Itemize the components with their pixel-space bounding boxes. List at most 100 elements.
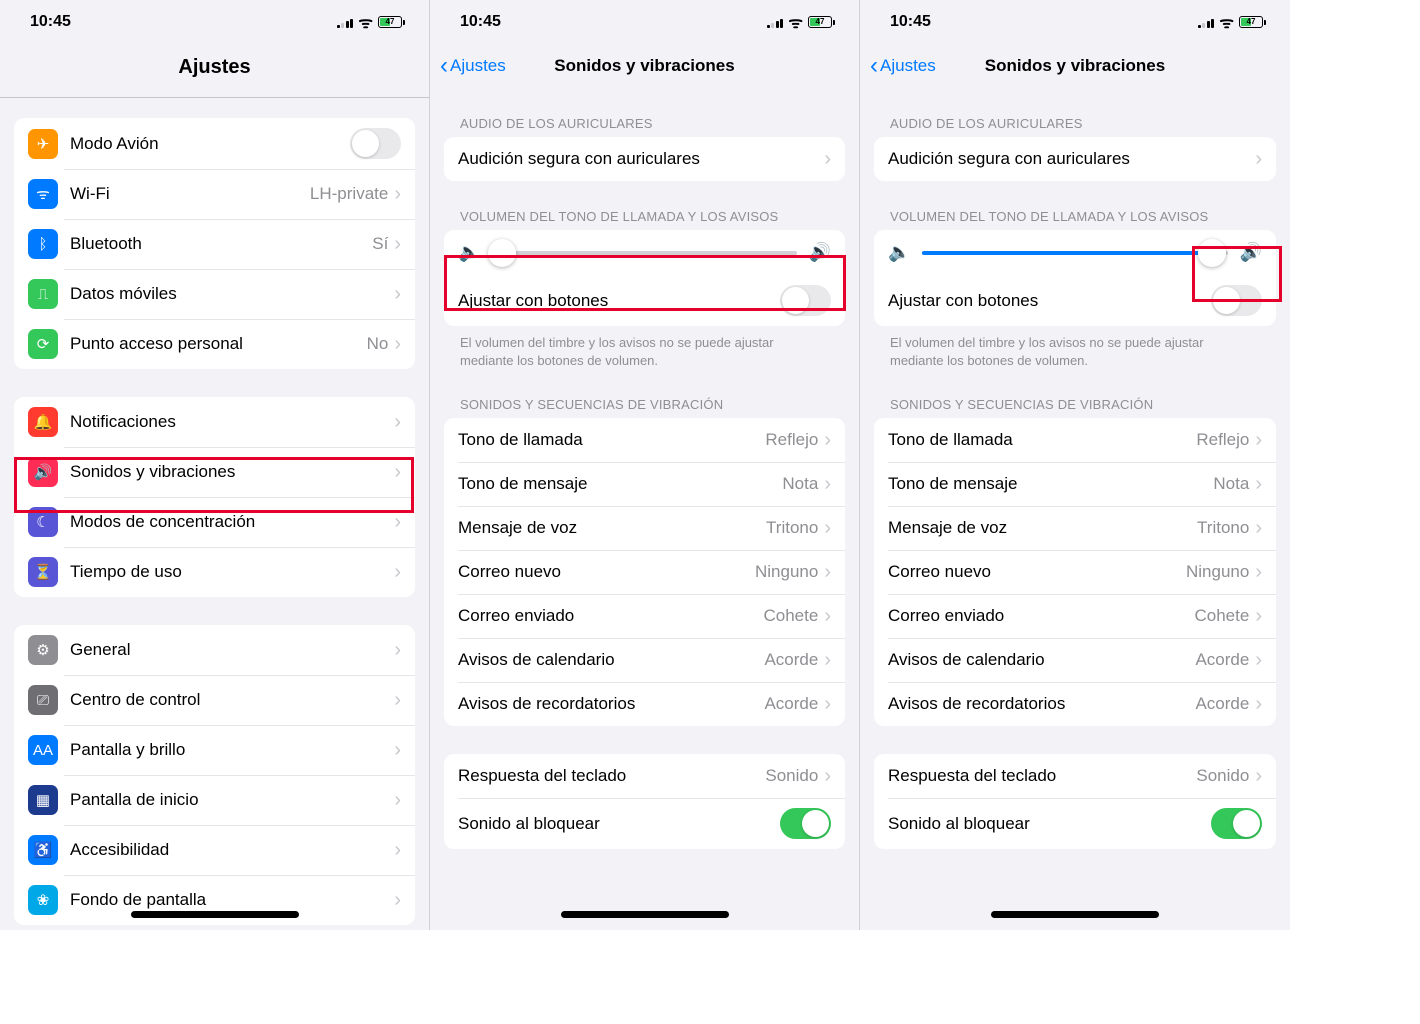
chevron-right-icon: ›	[1255, 649, 1262, 672]
row-label: Audición segura con auriculares	[888, 149, 1255, 169]
settings-row-general[interactable]: ⚙General›	[14, 625, 415, 675]
back-button[interactable]: ‹Ajustes	[440, 54, 506, 78]
section-header-volume: VOLUMEN DEL TONO DE LLAMADA Y LOS AVISOS	[874, 209, 1276, 230]
bluetooth-icon: ᛒ	[28, 229, 58, 259]
row-value: Nota	[1213, 474, 1249, 494]
toggle[interactable]	[350, 128, 401, 159]
row-label: Mensaje de voz	[458, 518, 766, 538]
back-label: Ajustes	[450, 56, 506, 76]
row-label: Tono de mensaje	[888, 474, 1213, 494]
screen-settings: 10:45 ᯤ 47 Ajustes ✈Modo AviónᯤWi-FiLH-p…	[0, 0, 430, 930]
row-label: Modos de concentración	[70, 512, 394, 532]
chevron-right-icon: ›	[394, 789, 401, 812]
tone-row[interactable]: Tono de llamadaReflejo›	[874, 418, 1276, 462]
row-label: Fondo de pantalla	[70, 890, 394, 910]
chevron-right-icon: ›	[394, 411, 401, 434]
row-label: Respuesta del teclado	[888, 766, 1196, 786]
row-value: Reflejo	[765, 430, 818, 450]
row-label: Tiempo de uso	[70, 562, 394, 582]
gear-icon: ⚙	[28, 635, 58, 665]
chevron-right-icon: ›	[394, 561, 401, 584]
row-value: Reflejo	[1196, 430, 1249, 450]
chevron-right-icon: ›	[824, 561, 831, 584]
row-label: Notificaciones	[70, 412, 394, 432]
settings-row-wi-fi[interactable]: ᯤWi-FiLH-private›	[14, 169, 415, 219]
tone-row[interactable]: Tono de mensajeNota ›	[874, 462, 1276, 506]
section-header-headphone: AUDIO DE LOS AURICULARES	[444, 116, 845, 137]
tone-row[interactable]: Mensaje de vozTritono›	[874, 506, 1276, 550]
tone-row[interactable]: Avisos de calendarioAcorde›	[444, 638, 845, 682]
settings-row-accesibilidad[interactable]: ♿Accesibilidad›	[14, 825, 415, 875]
tone-row[interactable]: Tono de llamadaReflejo›	[444, 418, 845, 462]
row-value: No	[367, 334, 389, 354]
chevron-right-icon: ›	[394, 511, 401, 534]
tone-row[interactable]: Correo nuevoNinguno›	[874, 550, 1276, 594]
row-label: Pantalla de inicio	[70, 790, 394, 810]
home-indicator	[991, 911, 1159, 918]
settings-row-bluetooth[interactable]: ᛒBluetoothSí›	[14, 219, 415, 269]
wallpaper-icon: ❀	[28, 885, 58, 915]
settings-row-datos-m-viles[interactable]: ⎍Datos móviles›	[14, 269, 415, 319]
chevron-right-icon: ›	[1255, 693, 1262, 716]
chevron-right-icon: ›	[1255, 473, 1262, 496]
row-label: Correo enviado	[458, 606, 764, 626]
settings-row-pantalla-de-inicio[interactable]: ▦Pantalla de inicio›	[14, 775, 415, 825]
settings-row-sonidos-y-vibraciones[interactable]: 🔊Sonidos y vibraciones›	[14, 447, 415, 497]
row-label: Correo nuevo	[888, 562, 1186, 582]
keyboard-feedback-row[interactable]: Respuesta del teclado Sonido ›	[874, 754, 1276, 798]
chevron-right-icon: ›	[824, 473, 831, 496]
headphone-safety-row[interactable]: Audición segura con auriculares ›	[874, 137, 1276, 181]
tone-row[interactable]: Mensaje de vozTritono›	[444, 506, 845, 550]
chevron-right-icon: ›	[394, 689, 401, 712]
row-value: Tritono	[1197, 518, 1249, 538]
tone-row[interactable]: Avisos de recordatoriosAcorde›	[874, 682, 1276, 726]
volume-slider[interactable]	[922, 251, 1227, 255]
settings-row-centro-de-control[interactable]: ⎚Centro de control›	[14, 675, 415, 725]
row-value: Ninguno	[1186, 562, 1249, 582]
row-value: Cohete	[1195, 606, 1250, 626]
keyboard-feedback-row[interactable]: Respuesta del teclado Sonido ›	[444, 754, 845, 798]
cellular-signal-icon	[337, 17, 354, 28]
status-bar: 10:45 ᯤ 47	[430, 0, 859, 44]
row-value: LH-private	[310, 184, 388, 204]
row-value: Sonido	[765, 766, 818, 786]
settings-row-notificaciones[interactable]: 🔔 Notificaciones›	[14, 397, 415, 447]
tone-row[interactable]: Avisos de calendarioAcorde›	[874, 638, 1276, 682]
volume-slider[interactable]	[492, 251, 796, 255]
chevron-right-icon: ›	[394, 839, 401, 862]
row-label: Avisos de recordatorios	[458, 694, 764, 714]
settings-row-modos-de-concentraci-n[interactable]: ☾Modos de concentración›	[14, 497, 415, 547]
row-label: Correo enviado	[888, 606, 1195, 626]
change-with-buttons-toggle[interactable]	[1211, 285, 1262, 316]
row-label: Centro de control	[70, 690, 394, 710]
settings-row-tiempo-de-uso[interactable]: ⏳Tiempo de uso›	[14, 547, 415, 597]
bell-icon: 🔔	[28, 407, 58, 437]
wifi-icon: ᯤ	[28, 179, 58, 209]
status-time: 10:45	[890, 13, 931, 31]
cellular-signal-icon	[1198, 17, 1215, 28]
tone-row[interactable]: Correo nuevoNinguno›	[444, 550, 845, 594]
settings-row-pantalla-y-brillo[interactable]: AAPantalla y brillo›	[14, 725, 415, 775]
headphone-safety-row[interactable]: Audición segura con auriculares ›	[444, 137, 845, 181]
row-label: Sonidos y vibraciones	[70, 462, 394, 482]
row-value: Acorde	[764, 650, 818, 670]
wifi-status-icon: ᯤ	[1219, 11, 1234, 33]
lock-sound-toggle[interactable]	[1211, 808, 1262, 839]
nav-header: ‹Ajustes Sonidos y vibraciones	[430, 44, 859, 88]
row-label: Avisos de calendario	[458, 650, 764, 670]
status-indicators: ᯤ 47	[767, 11, 835, 33]
lock-sound-toggle[interactable]	[780, 808, 831, 839]
status-time: 10:45	[460, 13, 501, 31]
back-button[interactable]: ‹Ajustes	[870, 54, 936, 78]
change-with-buttons-toggle[interactable]	[780, 285, 831, 316]
tone-row[interactable]: Correo enviadoCohete›	[444, 594, 845, 638]
display-icon: AA	[28, 735, 58, 765]
tone-row[interactable]: Correo enviadoCohete›	[874, 594, 1276, 638]
chevron-right-icon: ›	[824, 605, 831, 628]
tone-row[interactable]: Avisos de recordatoriosAcorde›	[444, 682, 845, 726]
row-label: Tono de mensaje	[458, 474, 782, 494]
settings-row-punto-acceso-personal[interactable]: ⟳Punto acceso personalNo›	[14, 319, 415, 369]
tone-row[interactable]: Tono de mensajeNota›	[444, 462, 845, 506]
chevron-right-icon: ›	[394, 461, 401, 484]
nav-header: ‹Ajustes Sonidos y vibraciones	[860, 44, 1290, 88]
